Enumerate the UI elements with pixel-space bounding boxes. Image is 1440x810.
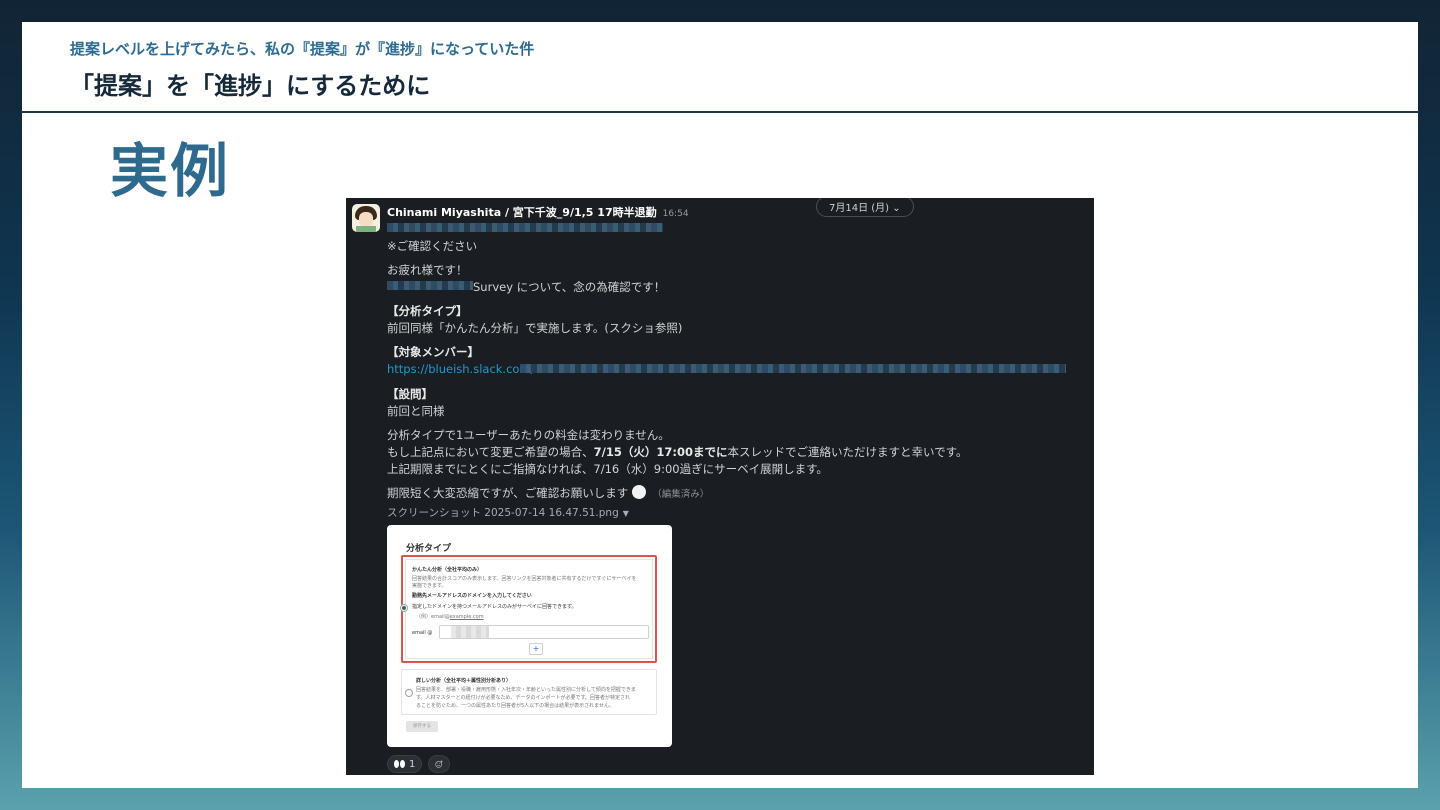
message-line-survey: Survey について、念の為確認です！: [473, 280, 666, 294]
option-simple-analysis-highlighted: かんたん分析（全社平均のみ） 回答結果の合計スコアのみ表示します。回答リンクを回…: [400, 555, 657, 663]
file-attachment-header[interactable]: スクリーンショット 2025-07-14 16.47.51.png ▼: [387, 505, 629, 520]
caret-down-icon[interactable]: ▼: [623, 509, 629, 518]
message-line-analysis-type: 前回同様「かんたん分析」で実施します。(スクショ参照): [387, 321, 683, 335]
change-post: 本スレッドでご連絡いただけますと幸いです。: [727, 445, 968, 459]
date-label: 7月14日 (月): [829, 203, 890, 214]
attached-screenshot[interactable]: 分析タイプ かんたん分析（全社平均のみ） 回答結果の合計スコアのみ表示します。回…: [387, 525, 672, 747]
edited-label: （編集済み）: [652, 489, 710, 500]
heading-analysis-type: 【分析タイプ】: [387, 304, 468, 318]
bow-emoji-icon: [632, 485, 647, 499]
reaction-count: 1: [409, 758, 416, 770]
members-link[interactable]: https://blueish.slack.com/: [387, 362, 535, 376]
option1-label: かんたん分析（全社平均のみ）: [412, 567, 483, 573]
add-reaction-icon: [435, 760, 444, 768]
add-domain-button[interactable]: +: [529, 643, 543, 655]
option2-desc2: す。人材マスターとの紐付けが必要なため、データのインポートが必要です。回答者が特…: [416, 695, 630, 701]
radio-unselected[interactable]: [405, 689, 413, 697]
chevron-down-icon: ⌄: [892, 203, 901, 214]
domain-prompt: 勤務先メールアドレスのドメインを入力してください: [412, 593, 532, 599]
domain-example: （例）email@example.com: [416, 613, 484, 620]
closing-text: 期限短く大変恐縮ですが、ご確認お願いします: [387, 486, 629, 500]
file-name[interactable]: スクリーンショット 2025-07-14 16.47.51.png: [387, 507, 619, 519]
screenshot-title: 分析タイプ: [406, 544, 452, 554]
option-detailed-analysis[interactable]: 詳しい分析（全社平均＋属性別分析あり） 回答結果を、部署・役職・雇用形態・入社年…: [401, 669, 657, 715]
domain-desc: 指定したドメインを持つメールアドレスのみがサーベイに回答できます。: [412, 604, 577, 610]
reactions-bar: 1: [387, 755, 451, 773]
slide-title: 「提案」を「進捗」にするために: [70, 72, 431, 100]
heading-questions: 【設問】: [387, 387, 433, 401]
date-divider-pill[interactable]: 7月14日 (月) ⌄: [816, 198, 914, 217]
slack-message-screenshot: 7月14日 (月) ⌄ Chinami Miyashita / 宮下千波_9/1…: [346, 198, 1094, 775]
redacted-mention: [387, 223, 663, 232]
section-title: 実例: [110, 137, 231, 205]
heading-members: 【対象メンバー】: [387, 345, 479, 359]
message-line-greeting: お疲れ様です！: [387, 263, 468, 277]
save-button[interactable]: 保存する: [406, 721, 438, 732]
eyes-icon: [394, 760, 406, 768]
slide: 提案レベルを上げてみたら、私の『提案』が『進捗』になっていた件 「提案」を「進捗…: [22, 22, 1418, 788]
message-line-confirm: ※ご確認ください: [387, 239, 478, 253]
message-timestamp[interactable]: 16:54: [663, 209, 689, 219]
redacted-domain: [451, 626, 489, 638]
change-pre: もし上記点において変更ご希望の場合、: [387, 445, 594, 459]
option2-label: 詳しい分析（全社平均＋属性別分析あり）: [416, 678, 512, 684]
change-deadline: 7/15（火）17:00までに: [593, 445, 728, 459]
option2-desc3: ることを防ぐため、一つの属性あたり回答者が5人以下の場合は結果が表示されません。: [416, 703, 615, 709]
message-line-deploy: 上記期限までにとくにご指摘なければ、7/16（水）9:00過ぎにサーベイ展開しま…: [387, 462, 828, 476]
add-reaction-button[interactable]: [428, 755, 451, 773]
message-line-price: 分析タイプで1ユーザーあたりの料金は変わりません。: [387, 428, 670, 442]
radio-selected[interactable]: [400, 604, 408, 612]
avatar[interactable]: [352, 204, 380, 232]
reaction-eyes[interactable]: 1: [387, 755, 423, 773]
option2-desc1: 回答結果を、部署・役職・雇用形態・入社年次・年齢といった属性別に分析して傾向を把…: [416, 687, 636, 693]
message-author[interactable]: Chinami Miyashita / 宮下千波_9/1,5 17時半退勤 16:…: [387, 204, 689, 220]
message-line-change: もし上記点において変更ご希望の場合、7/15（火）17:00までに本スレッドでご…: [387, 444, 967, 460]
domain-example-link: example.com: [449, 614, 484, 620]
message-line-closing: 期限短く大変恐縮ですが、ご確認お願いします （編集済み）: [387, 485, 709, 501]
email-label: email @: [412, 630, 433, 636]
redacted-company: [387, 281, 473, 290]
header-divider: [22, 111, 1418, 113]
slide-subtitle: 提案レベルを上げてみたら、私の『提案』が『進捗』になっていた件: [70, 40, 535, 58]
domain-example-pre: （例）email@: [416, 614, 450, 620]
author-name[interactable]: Chinami Miyashita / 宮下千波_9/1,5 17時半退勤: [387, 206, 657, 219]
redacted-link-path: [520, 364, 1066, 373]
option1-desc2: 実施できます。: [412, 583, 447, 589]
option1-desc1: 回答結果の合計スコアのみ表示します。回答リンクを回答対象者に共有するだけですぐに…: [412, 576, 637, 582]
message-line-questions: 前回と同様: [387, 404, 445, 418]
